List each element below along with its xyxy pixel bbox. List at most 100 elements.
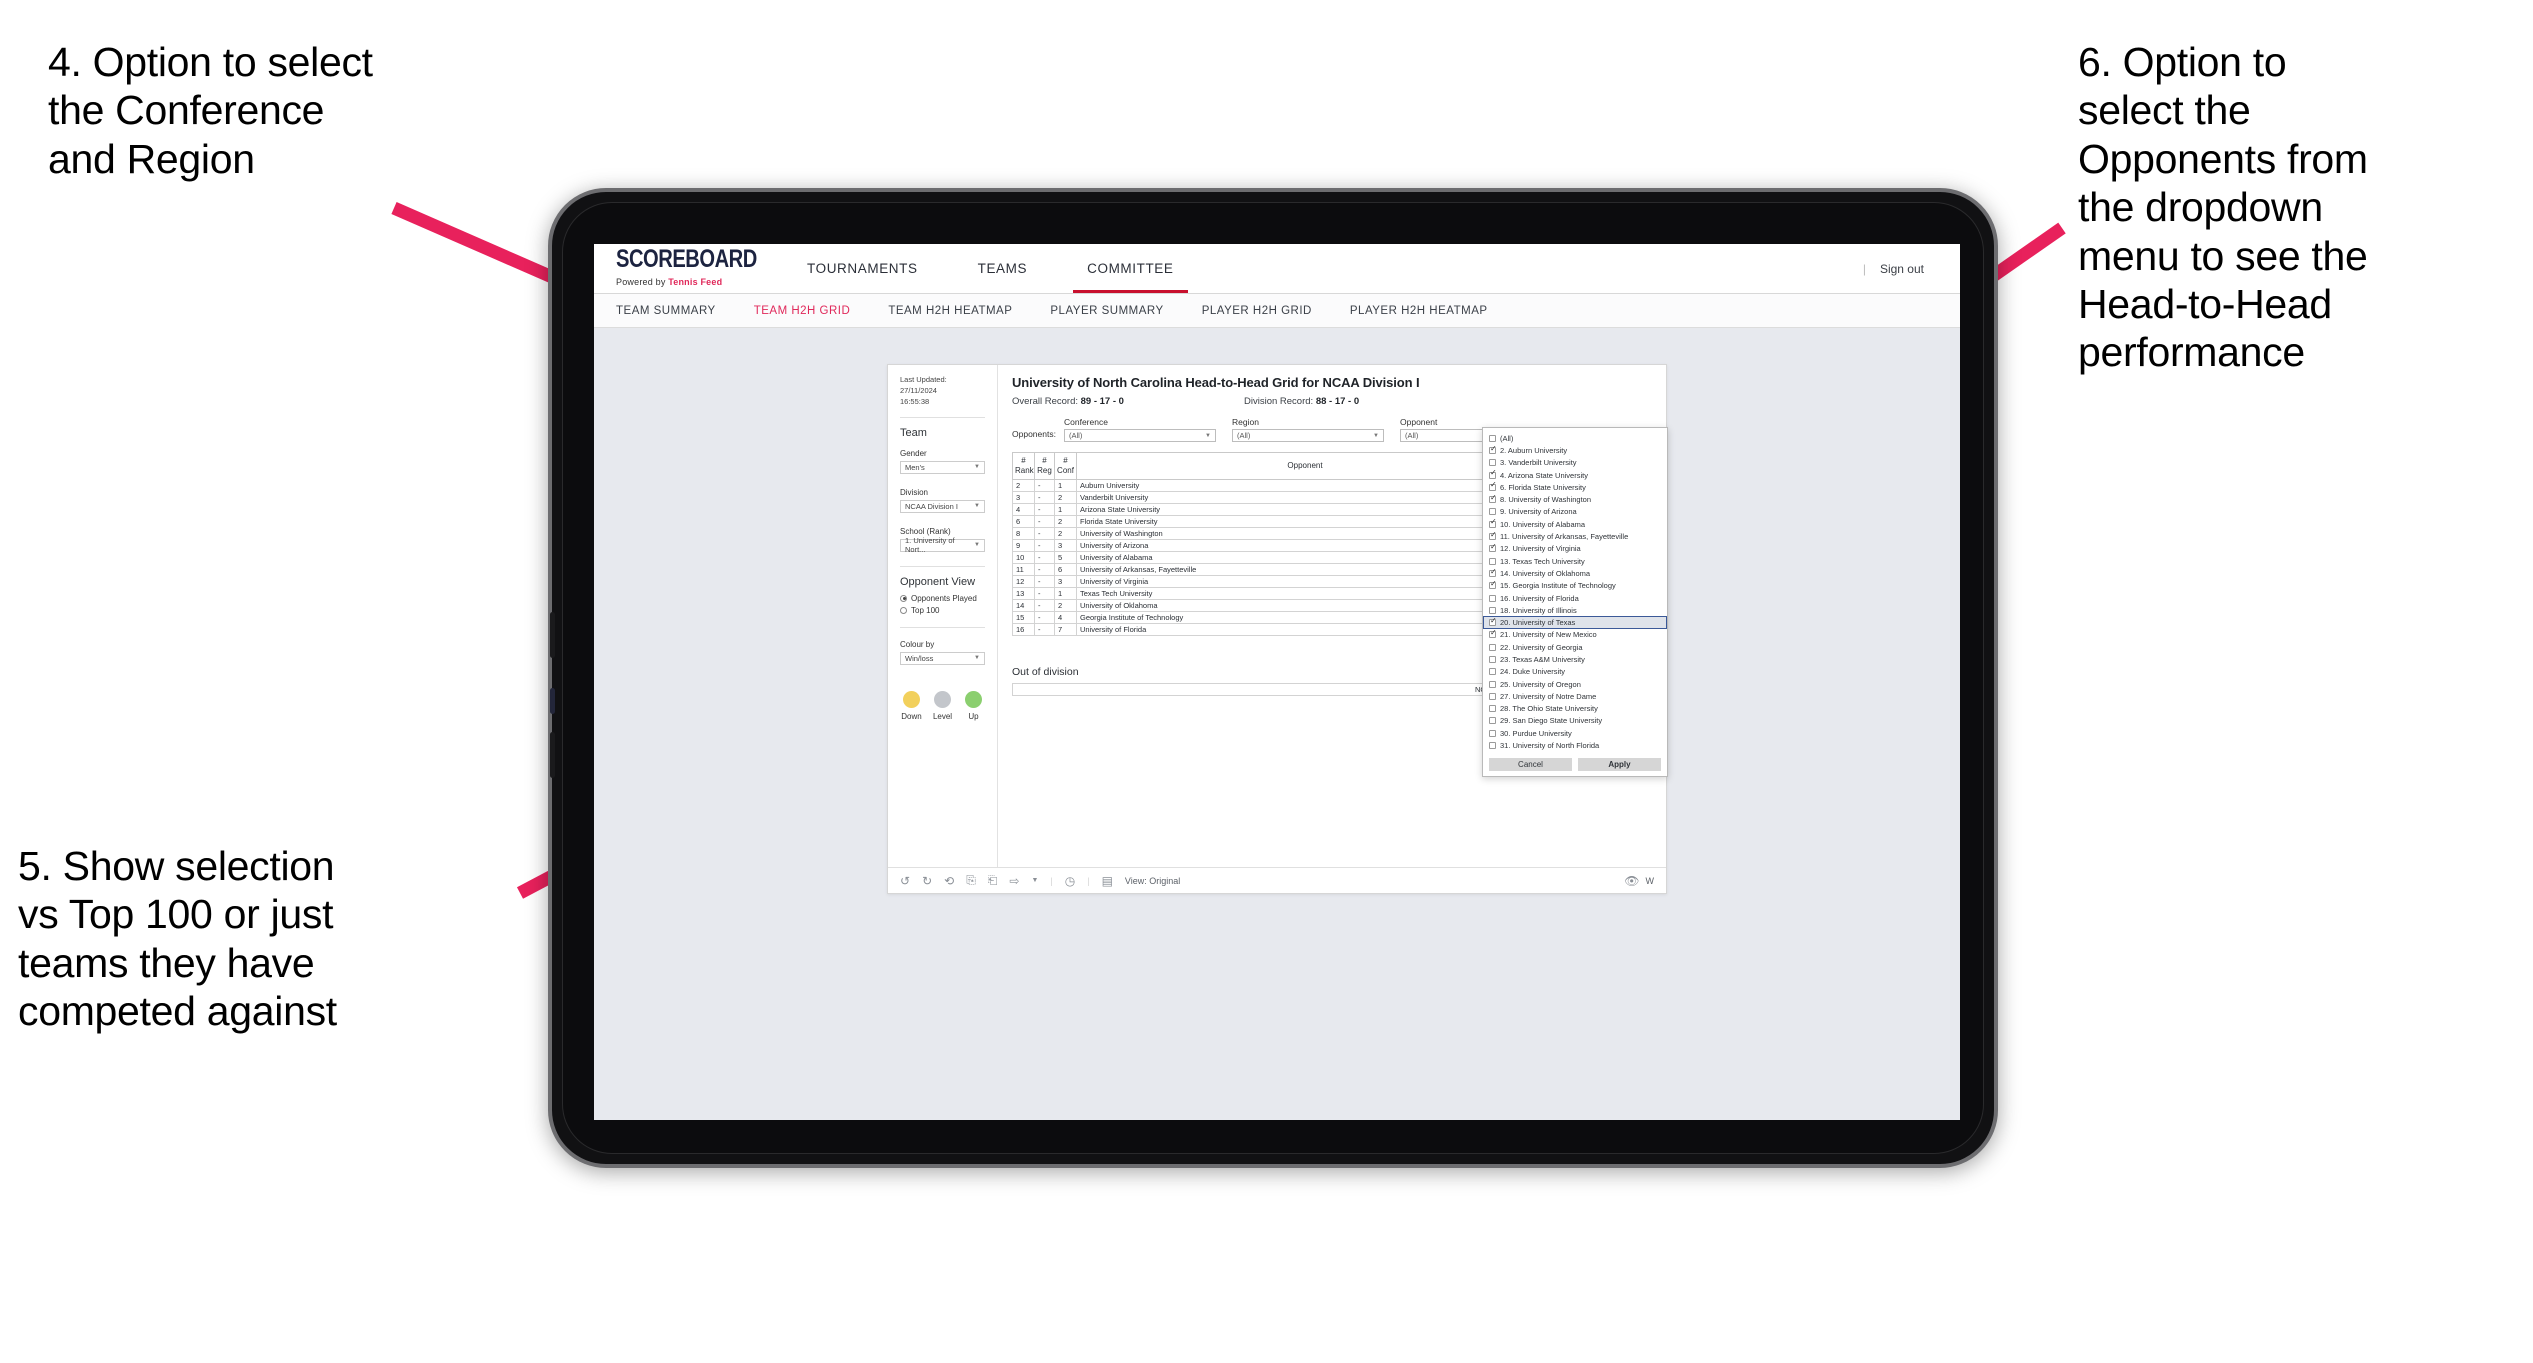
checkbox-icon[interactable]	[1489, 629, 1497, 639]
refresh-data-icon[interactable]: ⎘	[966, 873, 976, 888]
colour-by-select[interactable]: Win/loss ▼	[900, 651, 985, 665]
history-icon[interactable]: ◷	[1065, 874, 1075, 888]
checkbox-icon[interactable]	[1489, 459, 1496, 467]
opponent-dropdown-item[interactable]: (All)	[1483, 432, 1667, 444]
opponent-dropdown-menu[interactable]: (All) 2. Auburn University 3. Vanderbilt U…	[1482, 427, 1668, 777]
checkbox-icon[interactable]	[1489, 508, 1496, 516]
school-rank-select[interactable]: 1. University of Nort... ▼	[900, 536, 985, 554]
radio-top-100[interactable]: Top 100	[900, 606, 985, 615]
opponent-dropdown-item[interactable]: 3. Vanderbilt University	[1483, 457, 1667, 469]
opponent-dropdown-item[interactable]: 2. Auburn University	[1483, 444, 1667, 456]
record-summary: Overall Record: 89 - 17 - 0 Division Rec…	[1012, 396, 1654, 407]
opponent-dropdown-item[interactable]: 9. University of Arizona	[1483, 506, 1667, 518]
checkbox-icon[interactable]	[1489, 680, 1496, 688]
opponent-dropdown-item[interactable]: 6. Florida State University	[1483, 481, 1667, 493]
share-icon[interactable]: ⇨	[1009, 874, 1019, 888]
checkbox-icon[interactable]	[1489, 668, 1496, 676]
nav-item-tournaments[interactable]: TOURNAMENTS	[777, 244, 948, 293]
opponent-dropdown-item[interactable]: 28. The Ohio State University	[1483, 703, 1667, 715]
opponent-dropdown-item[interactable]: 24. Duke University	[1483, 666, 1667, 678]
checkbox-icon[interactable]	[1489, 481, 1497, 491]
chevron-down-icon: ▼	[974, 542, 980, 549]
subnav-player-summary[interactable]: PLAYER SUMMARY	[1050, 305, 1163, 317]
opponent-dropdown-item[interactable]: 22. University of Georgia	[1483, 641, 1667, 653]
opponent-dropdown-item[interactable]: 20. University of Texas	[1483, 616, 1667, 629]
volume-up-button[interactable]	[550, 612, 555, 658]
checkbox-icon[interactable]	[1489, 617, 1497, 627]
subnav-player-h2h-grid[interactable]: PLAYER H2H GRID	[1202, 305, 1312, 317]
opponent-dropdown-item[interactable]: 13. Texas Tech University	[1483, 555, 1667, 567]
opponent-dropdown-item[interactable]: 23. Texas A&M University	[1483, 653, 1667, 665]
opponent-dropdown-item[interactable]: 21. University of New Mexico	[1483, 629, 1667, 641]
region-select[interactable]: (All) ▼	[1232, 429, 1384, 442]
checkbox-icon[interactable]	[1489, 531, 1497, 541]
checkbox-icon[interactable]	[1489, 692, 1496, 700]
checkbox-icon[interactable]	[1489, 469, 1497, 479]
subnav-player-h2h-heatmap[interactable]: PLAYER H2H HEATMAP	[1350, 305, 1488, 317]
gender-select[interactable]: Men's ▼	[900, 460, 985, 474]
cell-conf: 3	[1054, 575, 1077, 588]
opponent-dropdown-item[interactable]: 18. University of Illinois	[1483, 604, 1667, 616]
volume-down-button[interactable]	[550, 732, 555, 778]
checkbox-icon[interactable]	[1489, 717, 1496, 725]
redo-icon[interactable]: ↻	[922, 874, 932, 888]
subnav-team-summary[interactable]: TEAM SUMMARY	[616, 305, 716, 317]
checkbox-icon[interactable]	[1489, 580, 1497, 590]
opponent-dropdown-item[interactable]: 25. University of Oregon	[1483, 678, 1667, 690]
checkbox-icon[interactable]	[1489, 742, 1496, 750]
opponent-dropdown-item-label: 21. University of New Mexico	[1500, 630, 1597, 640]
checkbox-icon[interactable]	[1489, 557, 1496, 565]
nav-item-teams[interactable]: TEAMS	[948, 244, 1058, 293]
checkbox-icon[interactable]	[1489, 494, 1497, 504]
apply-button[interactable]: Apply	[1578, 757, 1661, 771]
conference-select[interactable]: (All) ▼	[1064, 429, 1216, 442]
checkbox-icon[interactable]	[1489, 568, 1497, 577]
opponent-dropdown-item[interactable]: 8. University of Washington	[1483, 493, 1667, 505]
opponent-dropdown-item[interactable]: 15. Georgia Institute of Technology	[1483, 580, 1667, 592]
sign-out-link[interactable]: Sign out	[1880, 262, 1924, 276]
checkbox-icon[interactable]	[1489, 518, 1497, 528]
opponent-dropdown-item[interactable]: 10. University of Alabama	[1483, 518, 1667, 530]
chevron-down-icon: ▼	[974, 503, 980, 510]
subnav-team-h2h-heatmap[interactable]: TEAM H2H HEATMAP	[888, 305, 1012, 317]
checkbox-icon[interactable]	[1489, 445, 1497, 454]
colour-legend: Down Level Up	[900, 690, 985, 721]
chevron-down-icon[interactable]: ▼	[1031, 877, 1038, 884]
opponent-dropdown-item[interactable]: 31. University of North Florida	[1483, 739, 1667, 751]
checkbox-icon[interactable]	[1489, 643, 1496, 651]
opponent-dropdown-item[interactable]: 4. Arizona State University	[1483, 469, 1667, 481]
opponent-dropdown-item[interactable]: 14. University of Oklahoma	[1483, 567, 1667, 579]
subnav-team-h2h-grid[interactable]: TEAM H2H GRID	[754, 305, 851, 317]
logo[interactable]: SCOREBOARD Powered by Tennis Feed	[594, 245, 759, 290]
checkbox-icon[interactable]	[1489, 655, 1496, 663]
chevron-down-icon: ▼	[974, 464, 980, 471]
cancel-button[interactable]: Cancel	[1489, 757, 1572, 771]
checkbox-icon[interactable]	[1489, 705, 1496, 713]
nav-item-committee[interactable]: COMMITTEE	[1057, 244, 1203, 293]
pause-updates-icon[interactable]: ⎗	[988, 873, 998, 888]
opponent-dropdown-item[interactable]: 30. Purdue University	[1483, 727, 1667, 739]
opponent-dropdown-item-label: 29. San Diego State University	[1500, 716, 1603, 726]
radio-opponents-played[interactable]: Opponents Played	[900, 594, 985, 603]
cell-rank: 4	[1012, 503, 1035, 516]
opponent-dropdown-item[interactable]: 29. San Diego State University	[1483, 715, 1667, 727]
viz-title: University of North Carolina Head-to-Hea…	[1012, 375, 1420, 390]
opponent-dropdown-item[interactable]: 11. University of Arkansas, Fayetteville	[1483, 530, 1667, 542]
conference-caption: Conference	[1064, 417, 1108, 427]
opponent-dropdown-item[interactable]: 27. University of Notre Dame	[1483, 690, 1667, 702]
checkbox-icon[interactable]	[1489, 543, 1497, 553]
checkbox-icon[interactable]	[1489, 434, 1496, 442]
opponent-dropdown-item[interactable]: 16. University of Florida	[1483, 592, 1667, 604]
checkbox-icon[interactable]	[1489, 606, 1496, 614]
revert-icon[interactable]: ⟲	[944, 874, 954, 888]
custom-view-icon[interactable]: ▤	[1102, 874, 1113, 888]
cell-rank: 8	[1012, 527, 1035, 540]
watch-icon[interactable]: 👁	[1624, 874, 1639, 888]
undo-icon[interactable]: ↺	[900, 874, 910, 888]
division-select[interactable]: NCAA Division I ▼	[900, 499, 985, 513]
opponent-dropdown-item[interactable]: 12. University of Virginia	[1483, 543, 1667, 555]
divider	[900, 565, 985, 567]
checkbox-icon[interactable]	[1489, 729, 1496, 737]
cell-opponent: Florida State University	[1076, 515, 1534, 528]
checkbox-icon[interactable]	[1489, 594, 1496, 602]
